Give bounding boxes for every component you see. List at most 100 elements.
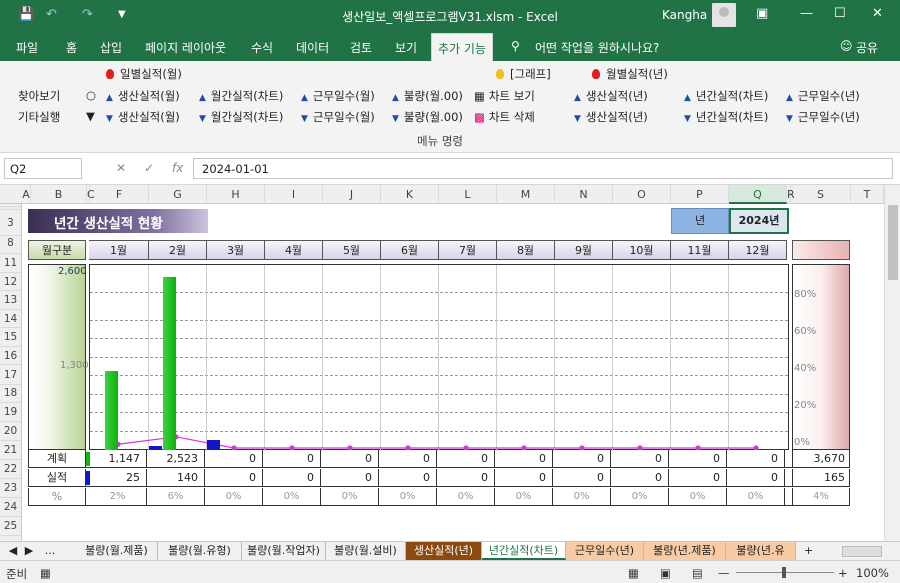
table-cell[interactable]: 0 (553, 450, 611, 468)
horizontal-scrollbar[interactable] (842, 546, 882, 557)
table-cell[interactable]: 1,147 (89, 450, 147, 468)
column-header[interactable]: N (555, 185, 613, 204)
fx-icon[interactable]: fx (172, 161, 183, 175)
table-cell[interactable]: 0 (263, 450, 321, 468)
column-header[interactable]: G (149, 185, 207, 204)
table-cell[interactable]: 0% (669, 488, 727, 506)
sheet-nav-button[interactable]: ... (40, 542, 60, 560)
ribbon-workdays-year-2[interactable]: ▼ 근무일수(년) (786, 109, 860, 125)
page-layout-view-icon[interactable]: ▣ (660, 566, 671, 580)
worksheet[interactable]: ABCFGHIJKLMNOPQRST 123811121314151617181… (0, 185, 900, 541)
table-cell[interactable]: 0 (727, 450, 785, 468)
column-header[interactable]: J (323, 185, 381, 204)
column-header[interactable]: I (265, 185, 323, 204)
table-cell[interactable]: 140 (147, 469, 205, 487)
column-header[interactable]: S (791, 185, 851, 204)
column-header[interactable]: Q (729, 185, 787, 204)
column-header[interactable]: B (31, 185, 87, 204)
tab-insert[interactable]: 삽입 (100, 39, 122, 56)
ribbon-chart-delete[interactable]: ▩ 차트 삭제 (474, 109, 535, 125)
sheet-tab[interactable]: 생산실적(년) (406, 542, 482, 560)
name-box[interactable]: Q2 (4, 158, 82, 179)
table-cell[interactable]: 0% (495, 488, 553, 506)
table-cell[interactable]: 0 (437, 469, 495, 487)
table-cell[interactable]: 0 (611, 450, 669, 468)
zoom-in-button[interactable]: + (838, 566, 848, 580)
ribbon-workdays-month-1[interactable]: ▲ 근무일수(월) (301, 88, 375, 104)
sheet-tab[interactable]: 불량(월.유형) (158, 542, 242, 560)
table-cell[interactable]: 0% (611, 488, 669, 506)
find-radio[interactable]: ○ (86, 88, 96, 102)
year-value-cell[interactable]: 2024년 (729, 208, 789, 234)
table-cell[interactable]: 0 (379, 450, 437, 468)
row-header[interactable]: 13 (0, 291, 21, 310)
row-header[interactable]: 24 (0, 498, 21, 517)
ribbon-chart-view[interactable]: ▦ 차트 보기 (474, 88, 535, 104)
zoom-thumb[interactable] (782, 567, 786, 578)
row-header[interactable]: 22 (0, 460, 21, 479)
row-header[interactable]: 19 (0, 403, 21, 422)
table-cell[interactable]: 0 (495, 469, 553, 487)
avatar[interactable] (712, 3, 736, 27)
row-header[interactable]: 16 (0, 347, 21, 365)
table-cell[interactable]: 0 (611, 469, 669, 487)
sheet-tab[interactable]: 불량(년.제품) (644, 542, 726, 560)
zoom-out-button[interactable]: — (718, 566, 730, 580)
table-cell[interactable]: 0% (263, 488, 321, 506)
sheet-tab[interactable]: 불량(월.작업자) (242, 542, 326, 560)
share-button[interactable]: 공유 (856, 39, 878, 56)
table-cell[interactable]: 0 (553, 469, 611, 487)
row-header[interactable]: 14 (0, 310, 21, 328)
column-header[interactable]: A (22, 185, 31, 204)
row-header[interactable]: 20 (0, 422, 21, 441)
tab-file[interactable]: 파일 (16, 39, 38, 56)
table-cell[interactable]: 0 (205, 469, 263, 487)
ribbon-workdays-year-1[interactable]: ▲ 근무일수(년) (786, 88, 860, 104)
other-dropdown[interactable]: ▼ (86, 109, 95, 123)
ribbon-prod-year-2[interactable]: ▼ 생산실적(년) (574, 109, 648, 125)
column-header[interactable]: K (381, 185, 439, 204)
column-header[interactable]: H (207, 185, 265, 204)
sheet-tab[interactable]: 불량(월.제품) (76, 542, 158, 560)
tab-view[interactable]: 보기 (395, 39, 417, 56)
ribbon-year-chart-1[interactable]: ▲ 년간실적(차트) (684, 88, 768, 104)
sheet-tab[interactable]: 근무일수(년) (566, 542, 644, 560)
sheet-tab[interactable]: 불량(년.유 (726, 542, 796, 560)
total-cell[interactable]: 165 (792, 469, 850, 487)
table-cell[interactable]: 0 (669, 469, 727, 487)
table-cell[interactable]: 0 (379, 469, 437, 487)
total-cell[interactable]: 4% (792, 488, 850, 506)
table-cell[interactable]: 6% (147, 488, 205, 506)
table-cell[interactable]: 0 (495, 450, 553, 468)
sheet-tab[interactable]: 년간실적(차트) (482, 542, 566, 560)
row-header[interactable]: 17 (0, 366, 21, 385)
ribbon-prod-year-1[interactable]: ▲ 생산실적(년) (574, 88, 648, 104)
tab-review[interactable]: 검토 (350, 39, 372, 56)
row-header[interactable]: 25 (0, 517, 21, 536)
enter-icon[interactable]: ✓ (144, 161, 154, 175)
total-cell[interactable]: 3,670 (792, 450, 850, 468)
row-header[interactable]: 11 (0, 254, 21, 273)
ribbon-prod-month-1[interactable]: ▲ 생산실적(월) (106, 88, 180, 104)
ribbon-month-chart-1[interactable]: ▲ 월간실적(차트) (199, 88, 283, 104)
ribbon-workdays-month-2[interactable]: ▼ 근무일수(월) (301, 109, 375, 125)
sheet-tab[interactable]: 불량(월.설비) (326, 542, 406, 560)
table-cell[interactable]: 0 (437, 450, 495, 468)
tab-formulas[interactable]: 수식 (251, 39, 273, 56)
table-cell[interactable]: 2,523 (147, 450, 205, 468)
table-cell[interactable]: 0 (321, 469, 379, 487)
row-header[interactable]: 8 (0, 233, 21, 254)
user-name[interactable]: Kangha (662, 8, 707, 22)
formula-input[interactable]: 2024-01-01 (193, 158, 893, 179)
column-header[interactable]: O (613, 185, 671, 204)
cancel-icon[interactable]: ✕ (116, 161, 126, 175)
macro-record-icon[interactable]: ▦ (40, 566, 51, 580)
column-header[interactable]: T (851, 185, 884, 204)
tab-home[interactable]: 홈 (66, 39, 77, 56)
row-header[interactable]: 15 (0, 328, 21, 347)
ribbon-year-chart-2[interactable]: ▼ 년간실적(차트) (684, 109, 768, 125)
table-cell[interactable]: 0% (437, 488, 495, 506)
ribbon-prod-month-2[interactable]: ▼ 생산실적(월) (106, 109, 180, 125)
table-cell[interactable]: 0% (379, 488, 437, 506)
table-cell[interactable]: 0% (321, 488, 379, 506)
